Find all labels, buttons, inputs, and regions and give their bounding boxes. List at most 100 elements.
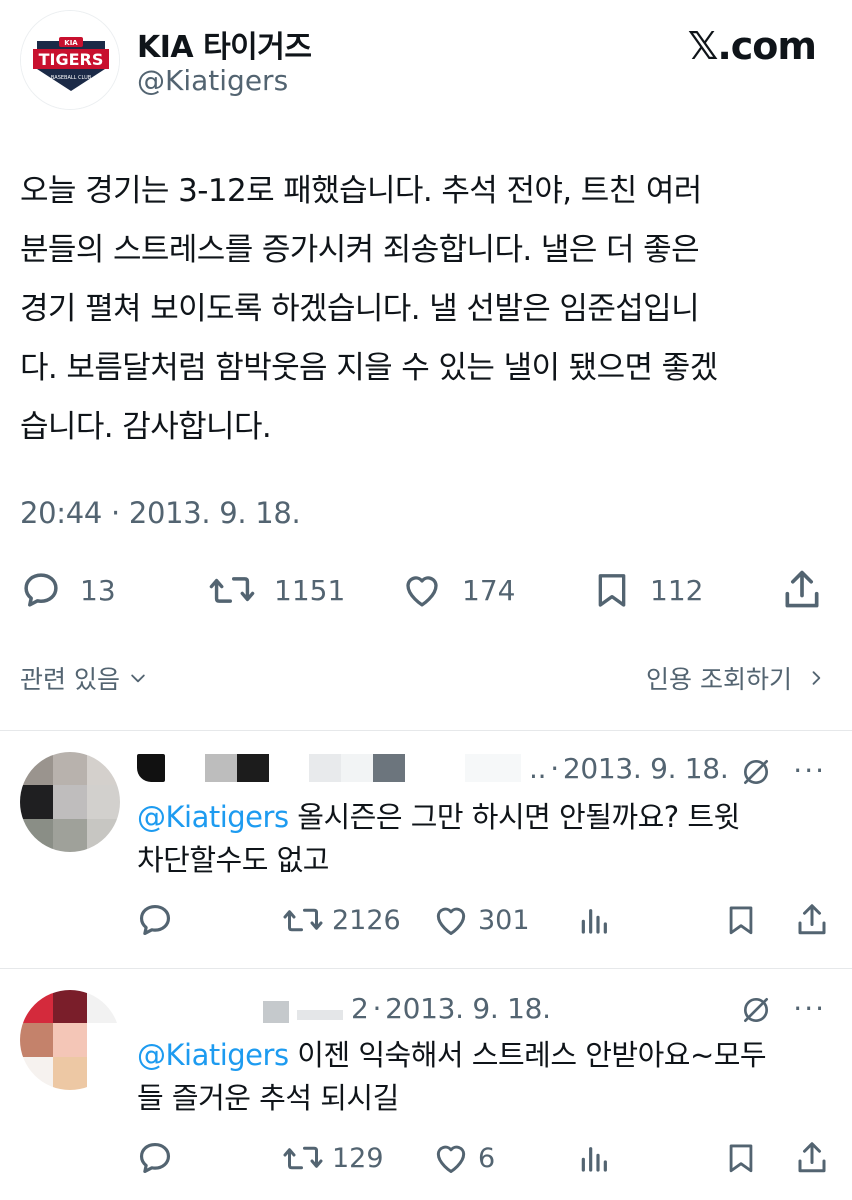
logo-top-text: KIA xyxy=(64,39,78,47)
reply-meta: 2 · 2013. 9. 18. xyxy=(137,988,551,1028)
censored-handle-block xyxy=(465,754,521,782)
like-button[interactable]: 6 xyxy=(432,1136,495,1180)
avatar-pixel xyxy=(20,785,54,819)
view-quotes-label: 인용 조회하기 xyxy=(646,665,792,694)
reply-actions: 129 6 xyxy=(0,1136,852,1180)
views-chart-icon xyxy=(581,909,607,934)
reply-item[interactable]: .. · 2013. 9. 18. ··· @Kiatigers 올시즌은 그만… xyxy=(0,730,852,968)
tweet-timestamp[interactable]: 20:44 · 2013. 9. 18. xyxy=(20,496,301,530)
bookmark-button[interactable]: 112 xyxy=(592,562,703,618)
reply-mention[interactable]: @Kiatigers xyxy=(137,800,289,834)
reply-button[interactable] xyxy=(136,898,174,942)
retweet-button[interactable]: 2126 xyxy=(282,898,401,942)
reply-mention[interactable]: @Kiatigers xyxy=(137,1038,289,1072)
avatar-pixel xyxy=(53,752,87,786)
reply-text: @Kiatigers 올시즌은 그만 하시면 안될까요? 트윗 차단할수도 없고 xyxy=(137,796,827,882)
retweet-count: 129 xyxy=(332,1142,384,1174)
avatar-pixel xyxy=(86,752,120,786)
censored-name-block xyxy=(137,754,165,782)
share-icon xyxy=(785,570,819,608)
logo-main-text: TIGERS xyxy=(39,50,104,69)
avatar-pixel xyxy=(86,990,120,1024)
grok-icon[interactable] xyxy=(740,994,772,1026)
reply-count: 13 xyxy=(80,573,116,607)
reply-date[interactable]: 2013. 9. 18. xyxy=(385,992,551,1025)
bookmark-icon xyxy=(729,1144,753,1173)
like-count: 301 xyxy=(478,904,530,936)
reply-actions: 2126 301 xyxy=(0,898,852,942)
share-button[interactable] xyxy=(794,1136,830,1180)
reply-button[interactable]: 13 xyxy=(20,562,116,618)
avatar-pixel xyxy=(20,1056,54,1090)
share-button[interactable] xyxy=(794,898,830,942)
avatar-pixel xyxy=(53,785,87,819)
retweet-icon xyxy=(209,577,255,603)
avatar-pixel xyxy=(86,1023,120,1057)
avatar-pixel xyxy=(53,818,87,852)
censored-name-block xyxy=(205,754,237,782)
share-icon xyxy=(798,1142,826,1173)
bookmark-button[interactable] xyxy=(724,898,758,942)
reply-button[interactable] xyxy=(136,1136,174,1180)
tweet-actions: 13 1151 174 112 xyxy=(0,562,852,618)
tweet-header: KIA TIGERS BASEBALL CLUB KIA 타이거즈 @Kiati… xyxy=(0,0,852,120)
reply-date-prefix: 2 xyxy=(351,991,369,1025)
view-quotes-link[interactable]: 인용 조회하기 xyxy=(646,660,826,696)
grok-icon[interactable] xyxy=(740,756,772,788)
heart-icon xyxy=(436,907,466,935)
chevron-right-icon xyxy=(812,671,821,685)
reply-date[interactable]: 2013. 9. 18. xyxy=(563,752,729,785)
avatar-pixel xyxy=(20,1023,54,1057)
more-dots-icon[interactable]: ··· xyxy=(793,992,826,1025)
share-icon xyxy=(798,904,826,935)
bookmark-count: 112 xyxy=(650,573,704,607)
avatar-pixel xyxy=(86,785,120,819)
author-handle[interactable]: @Kiatigers xyxy=(137,64,288,97)
reply-text: @Kiatigers 이젠 익숙해서 스트레스 안받아요~모두 들 즐거운 추석… xyxy=(137,1034,827,1120)
retweet-icon xyxy=(283,908,323,932)
like-button[interactable]: 174 xyxy=(400,562,515,618)
like-count: 174 xyxy=(462,573,516,607)
author-name[interactable]: KIA 타이거즈 xyxy=(137,22,312,66)
avatar[interactable] xyxy=(20,990,120,1090)
retweet-icon xyxy=(283,1146,323,1170)
censored-name-block xyxy=(373,754,405,782)
kia-tigers-logo-icon: KIA TIGERS BASEBALL CLUB xyxy=(21,11,119,109)
bookmark-icon xyxy=(598,574,626,607)
heart-icon xyxy=(436,1145,466,1173)
like-button[interactable]: 301 xyxy=(432,898,530,942)
x-brand-logo: 𝕏.com xyxy=(687,24,817,68)
avatar-pixel xyxy=(53,1023,87,1057)
censored-name-block xyxy=(341,754,373,782)
tweet-text: 오늘 경기는 3-12로 패했습니다. 추석 전야, 트친 여러 분들의 스트레… xyxy=(20,173,718,445)
related-toggle[interactable]: 관련 있음 xyxy=(20,660,148,696)
censored-name-block xyxy=(309,754,341,782)
views-chart-icon xyxy=(581,1147,607,1172)
views-button[interactable] xyxy=(578,1136,610,1180)
share-button[interactable] xyxy=(780,562,824,618)
avatar-pixel xyxy=(20,752,54,786)
related-label: 관련 있음 xyxy=(20,665,120,694)
avatar[interactable] xyxy=(20,752,120,852)
censored-handle-block xyxy=(297,1010,343,1020)
avatar-pixel xyxy=(53,990,87,1024)
reply-meta: .. · 2013. 9. 18. xyxy=(137,748,729,788)
avatar-pixel xyxy=(53,1056,87,1090)
heart-icon xyxy=(406,576,438,607)
views-button[interactable] xyxy=(578,898,610,942)
more-dots-icon[interactable]: ··· xyxy=(793,754,826,787)
retweet-count: 1151 xyxy=(274,573,346,607)
reply-date-prefix: .. xyxy=(529,751,547,785)
author-avatar[interactable]: KIA TIGERS BASEBALL CLUB xyxy=(20,10,120,110)
censored-name-block xyxy=(237,754,269,782)
like-count: 6 xyxy=(478,1142,496,1174)
avatar-pixel xyxy=(86,1056,120,1090)
retweet-button[interactable]: 129 xyxy=(282,1136,384,1180)
avatar-pixel xyxy=(20,990,54,1024)
reply-bubble-icon xyxy=(139,1142,171,1174)
logo-sub-text: BASEBALL CLUB xyxy=(51,75,92,81)
bookmark-button[interactable] xyxy=(724,1136,758,1180)
reply-item[interactable]: 2 · 2013. 9. 18. ··· @Kiatigers 이젠 익숙해서 … xyxy=(0,968,852,1200)
avatar-pixel xyxy=(20,818,54,852)
retweet-button[interactable]: 1151 xyxy=(208,562,345,618)
